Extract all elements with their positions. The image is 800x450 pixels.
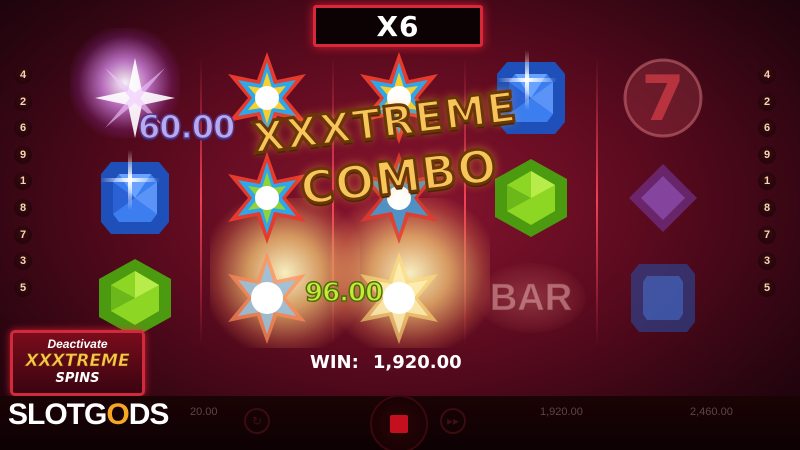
payline-number[interactable]: 7 — [14, 225, 32, 244]
paylines-left: 4 2 6 9 1 8 7 3 5 — [14, 66, 34, 305]
balance-value: 2,460.00 — [690, 406, 733, 418]
payline-number[interactable]: 1 — [14, 172, 32, 191]
payline-number[interactable]: 8 — [758, 198, 776, 217]
symbol-cell — [70, 148, 200, 248]
stop-icon — [390, 415, 408, 433]
symbol-cell — [598, 148, 728, 248]
win-display: WIN: 1,920.00 — [310, 352, 462, 373]
sparkle — [497, 78, 557, 82]
brand-part3: DS — [128, 398, 170, 431]
brand-part2: O — [106, 398, 129, 431]
spin-stop-button[interactable] — [370, 395, 428, 450]
bar-symbol: BAR — [476, 263, 586, 333]
blue-gem-icon — [631, 264, 695, 332]
bet-value: 20.00 — [190, 406, 218, 418]
balance-stat: 2,460.00 — [690, 402, 733, 418]
payline-number[interactable]: 3 — [14, 252, 32, 271]
feature-button-line1: Deactivate — [47, 337, 108, 351]
win-label: WIN: — [310, 352, 359, 373]
autoplay-icon: ↻ — [251, 414, 263, 428]
green-gem-icon — [495, 159, 567, 237]
purple-gem-icon — [629, 164, 697, 232]
floating-win-value: 96.00 — [304, 277, 384, 309]
blue-gem-icon — [101, 162, 169, 234]
fast-forward-icon: ▸▸ — [446, 414, 460, 428]
multiplier-banner: X6 — [313, 5, 483, 47]
symbol-cell — [598, 248, 728, 348]
feature-button-line3: SPINS — [55, 371, 100, 386]
feature-button-line2: XXXTREME — [25, 351, 130, 372]
payline-number[interactable]: 6 — [758, 119, 776, 138]
payline-number[interactable]: 9 — [14, 145, 32, 164]
win-stat-value: 1,920.00 — [540, 406, 583, 418]
win-amount: 1,920.00 — [372, 352, 462, 373]
deactivate-xxxtreme-spins-button[interactable]: Deactivate XXXTREME SPINS — [10, 330, 145, 396]
win-stat: 1,920.00 — [540, 402, 583, 418]
payline-number[interactable]: 6 — [14, 119, 32, 138]
payline-number[interactable]: 2 — [14, 92, 32, 111]
bet-stat: 20.00 — [190, 402, 218, 418]
symbol-cell: 7 — [598, 48, 728, 148]
payline-number[interactable]: 5 — [758, 278, 776, 297]
brand-part1: SLOTG — [8, 398, 107, 431]
payline-number[interactable]: 4 — [758, 66, 776, 84]
seven-label: 7 — [641, 62, 684, 135]
payline-number[interactable]: 8 — [14, 198, 32, 217]
payline-number[interactable]: 7 — [758, 225, 776, 244]
paylines-right: 4 2 6 9 1 8 7 3 5 — [758, 66, 778, 305]
bar-label: BAR — [489, 276, 573, 319]
payline-number[interactable]: 4 — [14, 66, 32, 84]
payline-number[interactable]: 1 — [758, 172, 776, 191]
game-stage: X6 4 2 6 9 1 8 7 3 5 4 2 6 9 1 8 7 3 5 B… — [0, 0, 800, 450]
star-gem-icon — [228, 252, 306, 344]
payline-number[interactable]: 9 — [758, 145, 776, 164]
sparkle — [100, 178, 160, 182]
payline-number[interactable]: 5 — [14, 278, 32, 297]
payline-number[interactable]: 3 — [758, 252, 776, 271]
turbo-button[interactable]: ▸▸ — [440, 408, 466, 434]
autoplay-button[interactable]: ↻ — [244, 408, 270, 434]
payline-number[interactable]: 2 — [758, 92, 776, 111]
green-gem-icon — [99, 259, 171, 337]
floating-win-value: 60.00 — [137, 107, 236, 147]
slotgods-logo: SLOTGODS — [8, 398, 170, 432]
seven-icon: 7 — [623, 58, 703, 138]
multiplier-value: X6 — [376, 9, 420, 43]
